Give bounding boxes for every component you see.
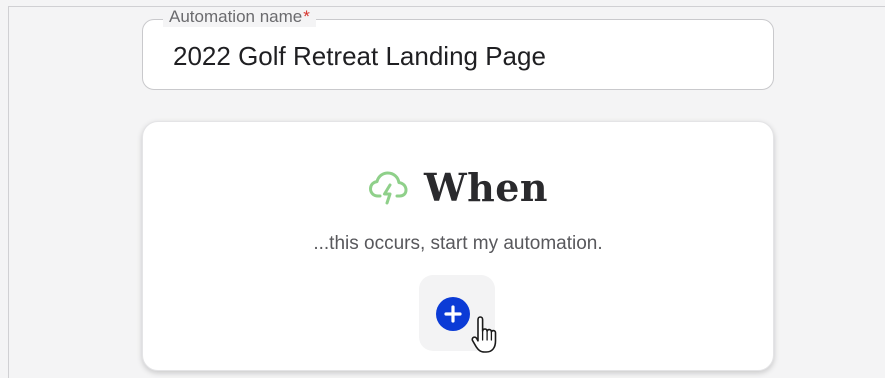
automation-name-field[interactable]: Automation name* 2022 Golf Retreat Landi… [142,7,774,90]
when-subtitle: ...this occurs, start my automation. [313,233,603,254]
automation-name-input[interactable]: 2022 Golf Retreat Landing Page [173,40,546,72]
automation-name-label: Automation name* [163,7,316,27]
hand-pointer-icon [471,316,497,359]
when-title: When [423,165,549,210]
when-title-row: When [143,166,773,210]
cloud-lightning-icon [368,168,410,208]
automation-name-label-text: Automation name [169,7,303,26]
plus-circle-icon[interactable] [436,297,470,331]
when-trigger-card: When ...this occurs, start my automation… [142,121,774,371]
required-marker: * [303,7,310,26]
